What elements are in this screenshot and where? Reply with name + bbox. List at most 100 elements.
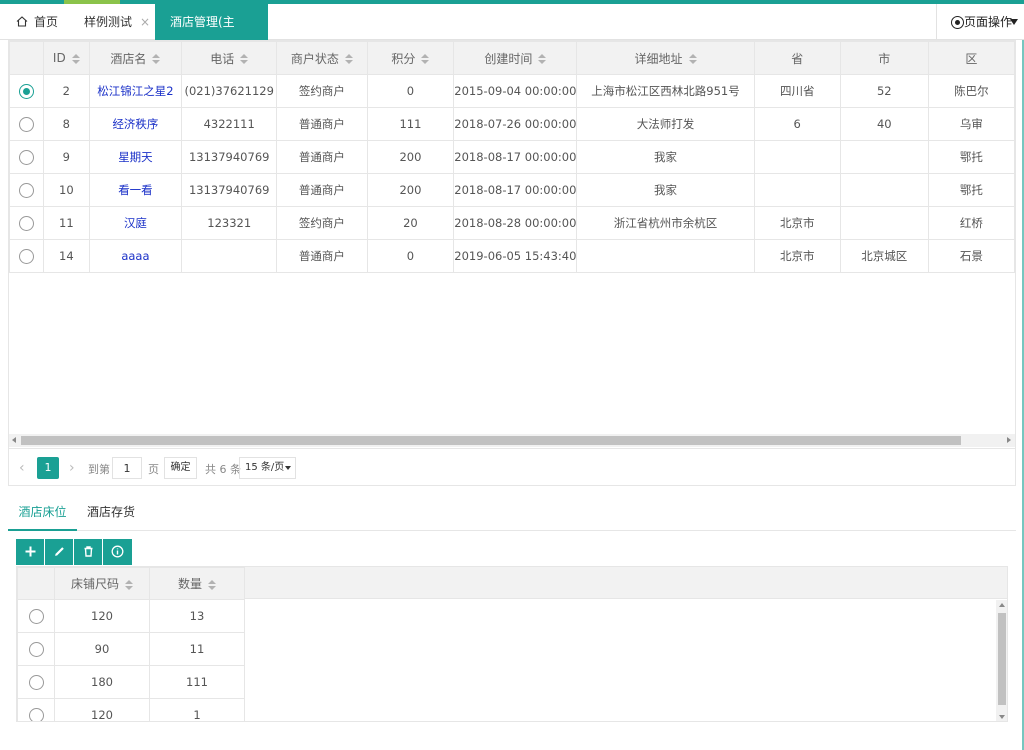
- table-row[interactable]: 14 aaaa 普通商户 0 2019-06-05 15:43:40 北京市 北…: [9, 239, 1015, 273]
- page-number-input[interactable]: [112, 457, 142, 479]
- row-select-cell[interactable]: [17, 632, 55, 666]
- tab-sample-label: 样例测试: [84, 15, 133, 29]
- row-select-cell[interactable]: [9, 107, 44, 141]
- cell-address: 浙江省杭州市余杭区: [576, 206, 755, 240]
- row-radio[interactable]: [18, 149, 34, 165]
- row-radio[interactable]: [18, 116, 34, 132]
- cell-id: 11: [42, 206, 90, 240]
- row-radio[interactable]: [28, 641, 44, 657]
- header-address[interactable]: 详细地址: [576, 41, 755, 75]
- table-row[interactable]: 2 松江锦江之星2 (021)37621129 签约商户 0 2015-09-0…: [9, 74, 1015, 108]
- table-row[interactable]: 9 星期天 13137940769 普通商户 200 2018-08-17 00…: [9, 140, 1015, 174]
- cell-district: 鄂托: [927, 173, 1015, 207]
- page-operations-label: 页面操作: [964, 15, 1013, 29]
- header-created-time[interactable]: 创建时间: [453, 41, 578, 75]
- row-select-cell[interactable]: [9, 74, 44, 108]
- cell-bed-size: 90: [54, 632, 150, 666]
- add-button[interactable]: [16, 539, 45, 565]
- header-hotel-name[interactable]: 酒店名: [88, 41, 183, 75]
- table-row[interactable]: 10 看一看 13137940769 普通商户 200 2018-08-17 0…: [9, 173, 1015, 207]
- row-radio[interactable]: [28, 608, 44, 624]
- row-select-cell[interactable]: [9, 140, 44, 174]
- row-select-cell[interactable]: [9, 173, 44, 207]
- confirm-page-button[interactable]: 确定: [164, 457, 197, 479]
- next-page-button[interactable]: ›: [69, 460, 75, 476]
- cell-address: 上海市松江区西林北路951号: [576, 74, 755, 108]
- row-radio[interactable]: [18, 215, 34, 231]
- tab-hotel-beds[interactable]: 酒店床位: [8, 496, 77, 531]
- cell-city: 52: [839, 74, 929, 108]
- header-label: 床铺尺码: [70, 577, 119, 591]
- table-row[interactable]: 8 经济秩序 4322111 普通商户 111 2018-07-26 00:00…: [9, 107, 1015, 141]
- sort-icon[interactable]: [71, 53, 80, 64]
- cell-id: 9: [42, 140, 90, 174]
- header-id[interactable]: ID: [42, 41, 90, 75]
- plus-icon: [25, 546, 36, 557]
- table-row[interactable]: 120 1: [17, 698, 245, 721]
- table-row[interactable]: 120 13: [17, 599, 245, 633]
- home-icon: [16, 16, 28, 27]
- sort-icon[interactable]: [538, 54, 547, 64]
- sort-icon[interactable]: [208, 579, 216, 590]
- detail-toolbar: [16, 539, 132, 565]
- header-select: [17, 567, 55, 600]
- row-radio[interactable]: [18, 182, 34, 198]
- sort-icon[interactable]: [421, 54, 430, 64]
- header-quantity[interactable]: 数量: [149, 567, 245, 600]
- table-row[interactable]: 180 111: [17, 665, 245, 699]
- row-radio[interactable]: [28, 707, 44, 721]
- cell-id: 8: [42, 107, 90, 141]
- sort-icon[interactable]: [152, 54, 161, 64]
- scrollbar-thumb[interactable]: [21, 436, 961, 445]
- vertical-scrollbar[interactable]: [996, 600, 1007, 721]
- info-button[interactable]: [103, 539, 132, 565]
- scroll-down-icon[interactable]: [999, 715, 1005, 719]
- scrollbar-thumb[interactable]: [998, 613, 1006, 705]
- row-select-cell[interactable]: [9, 206, 44, 240]
- horizontal-scrollbar[interactable]: [9, 434, 1015, 447]
- hotel-grid: ID 酒店名 电话 商户状态 积分 创建时间 详细地址 省 市 区 2 松江锦江…: [8, 40, 1016, 486]
- current-page-button[interactable]: 1: [37, 457, 59, 479]
- cell-district: 鄂托: [927, 140, 1015, 174]
- header-bed-size[interactable]: 床铺尺码: [54, 567, 150, 600]
- sort-icon[interactable]: [688, 54, 697, 64]
- header-label: 省: [791, 51, 804, 66]
- cell-city: [839, 140, 929, 174]
- sort-icon[interactable]: [344, 54, 353, 64]
- row-select-cell[interactable]: [9, 239, 44, 273]
- goto-label: 到第: [88, 463, 110, 476]
- cell-created: 2018-08-17 00:00:00: [453, 173, 578, 207]
- header-points[interactable]: 积分: [366, 41, 455, 75]
- row-select-cell[interactable]: [17, 665, 55, 699]
- row-select-cell[interactable]: [17, 599, 55, 633]
- sort-icon[interactable]: [125, 579, 133, 590]
- tab-hotel-stock[interactable]: 酒店存货: [80, 496, 142, 531]
- tab-hotel-management[interactable]: 酒店管理(主子)×: [155, 4, 268, 65]
- edit-button[interactable]: [45, 539, 74, 565]
- info-icon: [111, 545, 124, 558]
- close-icon[interactable]: ×: [140, 15, 150, 29]
- table-row[interactable]: 11 汉庭 123321 签约商户 20 2018-08-28 00:00:00…: [9, 206, 1015, 240]
- scroll-up-icon[interactable]: [999, 603, 1005, 607]
- prev-page-button[interactable]: ‹: [19, 460, 25, 476]
- row-select-cell[interactable]: [17, 698, 55, 721]
- header-phone[interactable]: 电话: [181, 41, 278, 75]
- cell-district: 石景: [927, 239, 1015, 273]
- tab-sample-test[interactable]: 样例测试 ×: [68, 4, 154, 40]
- sort-icon[interactable]: [240, 54, 249, 64]
- row-radio[interactable]: [28, 674, 44, 690]
- header-merchant-status[interactable]: 商户状态: [276, 41, 368, 75]
- cell-province: 北京市: [753, 206, 841, 240]
- page-operations-menu[interactable]: 页面操作: [936, 4, 1024, 40]
- delete-button[interactable]: [74, 539, 103, 565]
- tab-home[interactable]: 首页: [0, 4, 68, 40]
- cell-hotel-name: 星期天: [88, 140, 183, 174]
- row-radio[interactable]: [18, 248, 34, 264]
- scroll-right-icon[interactable]: [1007, 437, 1011, 443]
- cell-province: 北京市: [753, 239, 841, 273]
- table-row[interactable]: 90 11: [17, 632, 245, 666]
- cell-city: [839, 173, 929, 207]
- scroll-left-icon[interactable]: [12, 437, 16, 443]
- page-size-select[interactable]: 15 条/页: [239, 457, 296, 479]
- row-radio[interactable]: [18, 83, 34, 99]
